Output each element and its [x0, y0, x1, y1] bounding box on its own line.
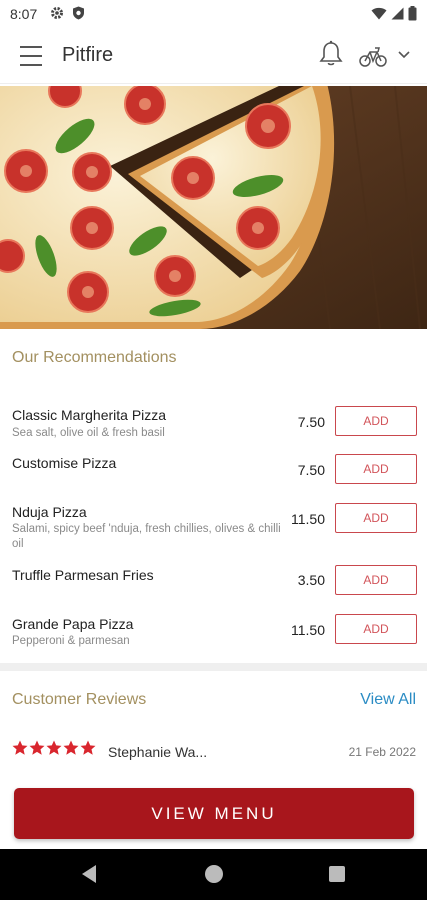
item-description: Pepperoni & parmesan	[12, 635, 130, 647]
item-name: Grande Papa Pizza	[12, 616, 134, 632]
recommendations-title: Our Recommendations	[12, 349, 177, 366]
item-price: 7.50	[297, 462, 325, 478]
review-date: 21 Feb 2022	[348, 745, 416, 759]
app-title: Pitfire	[62, 44, 114, 66]
home-icon[interactable]	[205, 865, 223, 883]
star-icon	[12, 740, 28, 755]
item-description: Sea salt, olive oil & fresh basil	[12, 427, 165, 439]
chevron-down-icon[interactable]	[396, 48, 412, 62]
settings-status-icon	[51, 7, 63, 19]
view-all-link[interactable]: View All	[360, 691, 416, 709]
shield-status-icon	[73, 6, 84, 20]
status-time: 8:07	[10, 6, 38, 22]
menu-icon[interactable]	[20, 46, 42, 66]
item-name: Truffle Parmesan Fries	[12, 567, 154, 583]
hero-image	[0, 86, 427, 329]
add-button[interactable]: ADD	[335, 454, 417, 484]
star-icon	[29, 740, 45, 755]
battery-icon	[408, 6, 417, 21]
item-description: Salami, spicy beef 'nduja, fresh chillie…	[12, 523, 281, 550]
star-icon	[63, 740, 79, 755]
pizza-illustration	[0, 86, 427, 329]
status-right-icons	[371, 6, 417, 21]
system-nav-bar	[0, 849, 427, 900]
status-bar: 8:07	[0, 0, 427, 28]
item-name: Classic Margherita Pizza	[12, 407, 167, 423]
item-price: 7.50	[297, 414, 325, 430]
add-button[interactable]: ADD	[335, 614, 417, 644]
add-button[interactable]: ADD	[335, 406, 417, 436]
add-button[interactable]: ADD	[335, 503, 417, 533]
item-price: 11.50	[291, 622, 325, 638]
section-divider	[0, 663, 427, 671]
reviewer-name: Stephanie Wa...	[108, 744, 208, 760]
wifi-icon	[371, 7, 387, 20]
status-left-icons	[50, 6, 85, 20]
view-menu-button[interactable]: VIEW MENU	[14, 788, 414, 839]
bell-icon[interactable]	[318, 40, 344, 68]
item-name: Nduja Pizza	[12, 504, 87, 520]
add-button[interactable]: ADD	[335, 565, 417, 595]
item-price: 3.50	[297, 572, 325, 588]
app-bar: Pitfire	[0, 28, 427, 84]
bike-icon[interactable]	[358, 44, 388, 68]
signal-icon	[391, 7, 404, 20]
star-icon	[80, 740, 96, 755]
reviews-title: Customer Reviews	[12, 691, 147, 708]
item-name: Customise Pizza	[12, 455, 117, 471]
back-icon[interactable]	[80, 864, 98, 884]
recents-icon[interactable]	[329, 866, 345, 882]
review-rating	[12, 740, 96, 756]
star-icon	[46, 740, 62, 755]
item-price: 11.50	[291, 511, 325, 527]
